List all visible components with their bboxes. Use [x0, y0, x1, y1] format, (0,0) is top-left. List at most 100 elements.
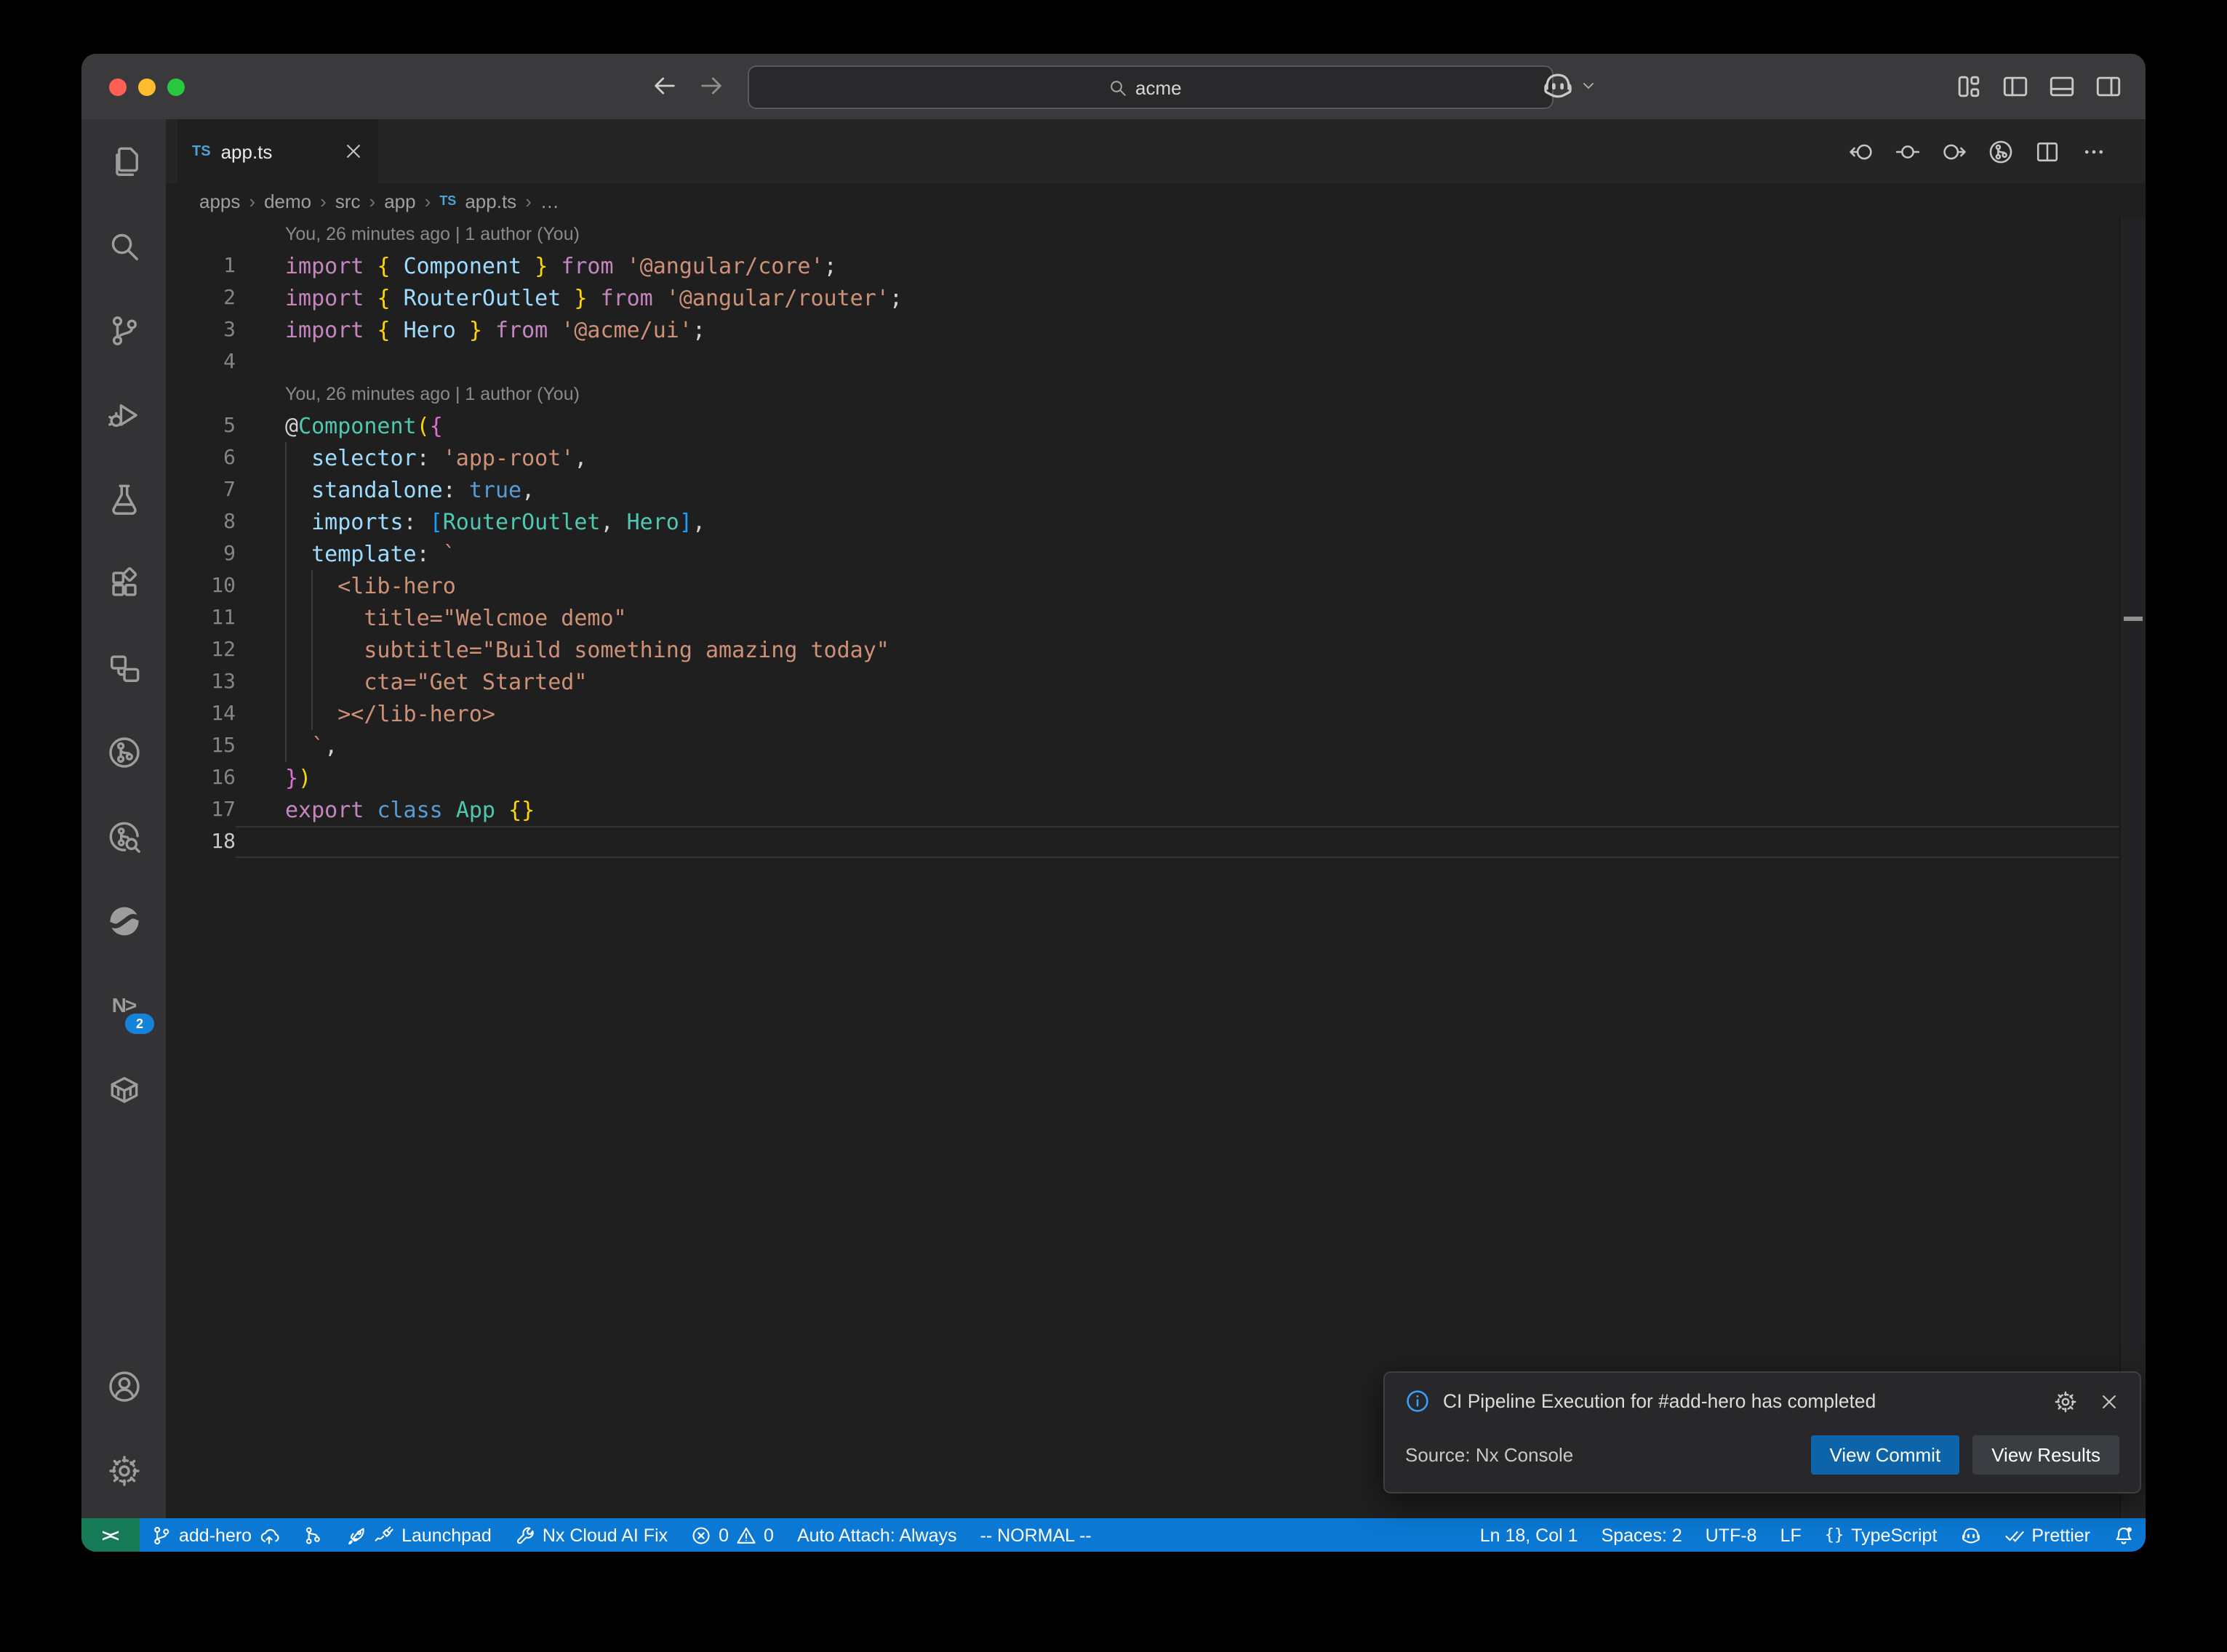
code-text: cta="Get Started" — [285, 666, 587, 698]
search-icon — [1108, 78, 1127, 97]
remote-indicator[interactable]: >< — [81, 1518, 140, 1552]
files-icon — [107, 145, 140, 178]
activity-bar-item-run-debug[interactable] — [81, 372, 166, 457]
minimize-window-button[interactable] — [138, 78, 156, 95]
view-results-button[interactable]: View Results — [1972, 1435, 2119, 1475]
gear-icon[interactable] — [2054, 1390, 2077, 1413]
notification-source: Source: Nx Console — [1405, 1444, 1573, 1466]
warning-icon — [736, 1525, 756, 1545]
breadcrumb-item-app[interactable]: app — [384, 190, 415, 212]
code-text: title="Welcmoe demo" — [285, 602, 627, 634]
activity-bar-item-containers[interactable] — [81, 1047, 166, 1131]
view-commit-button[interactable]: View Commit — [1811, 1435, 1960, 1475]
status-label: Launchpad — [401, 1525, 492, 1545]
blame-lens[interactable]: You, 26 minutes ago | 1 author (You) — [166, 218, 2121, 250]
status-label: Ln 18, Col 1 — [1480, 1525, 1578, 1545]
toggle-sidebar-right-icon[interactable] — [2095, 73, 2122, 100]
check-double-icon — [2004, 1525, 2024, 1545]
beaker-icon — [107, 482, 140, 516]
close-window-button[interactable] — [109, 78, 127, 95]
account-icon — [107, 1369, 140, 1403]
activity-bar-item-project-graph[interactable] — [81, 625, 166, 710]
code-editor[interactable]: You, 26 minutes ago | 1 author (You)1imp… — [166, 218, 2146, 1518]
activity-bar-item-extensions[interactable] — [81, 541, 166, 625]
close-icon[interactable] — [343, 141, 364, 161]
back-icon[interactable] — [652, 73, 678, 99]
status-bar-item-vim-mode[interactable]: -- NORMAL -- — [969, 1518, 1103, 1552]
code-text: <lib-hero — [285, 570, 456, 602]
line-number: 18 — [166, 826, 236, 858]
traffic-lights — [109, 78, 185, 95]
next-change-icon[interactable] — [1942, 139, 1967, 164]
breadcrumb-item-src[interactable]: src — [335, 190, 361, 212]
status-bar-item-copilot-status[interactable] — [1948, 1518, 1992, 1552]
activity-bar-item-commit-graph[interactable] — [81, 710, 166, 794]
status-bar-item-eol[interactable]: LF — [1769, 1518, 1813, 1552]
activity-bar-item-source-control[interactable] — [81, 288, 166, 372]
code-line-2: 2import { RouterOutlet } from '@angular/… — [166, 282, 2121, 314]
code-text: import { Component } from '@angular/core… — [285, 250, 837, 282]
code-line-5: 5@Component({ — [166, 410, 2121, 442]
chevron-down-icon[interactable] — [1580, 77, 1597, 95]
chevron-right-icon: › — [425, 190, 431, 212]
previous-change-icon[interactable] — [1849, 139, 1874, 164]
zoom-window-button[interactable] — [167, 78, 185, 95]
editor-toolbar — [1849, 119, 2146, 183]
status-bar-item-problems[interactable]: 00 — [679, 1518, 785, 1552]
code-line-1: 1 import { Component } from '@angular/cor… — [166, 250, 2121, 282]
status-bar-item-encoding[interactable]: UTF-8 — [1694, 1518, 1769, 1552]
breadcrumb-item-apps[interactable]: apps — [199, 190, 240, 212]
status-bar-item-formatter-prettier[interactable]: Prettier — [1992, 1518, 2102, 1552]
activity-bar-item-settings[interactable] — [81, 1428, 166, 1512]
forward-icon[interactable] — [698, 73, 724, 99]
close-icon[interactable] — [2099, 1391, 2119, 1411]
tab-app-ts[interactable]: TS app.ts — [177, 119, 378, 183]
blame-lens[interactable]: You, 26 minutes ago | 1 author (You) — [166, 378, 2121, 410]
customize-layout-icon[interactable] — [1955, 73, 1983, 100]
code-text: import { RouterOutlet } from '@angular/r… — [285, 282, 903, 314]
status-bar-item-commit-graph[interactable] — [291, 1518, 335, 1552]
info-icon — [1405, 1389, 1430, 1414]
breadcrumb-item-…[interactable]: … — [540, 190, 559, 212]
toggle-sidebar-left-icon[interactable] — [2002, 73, 2029, 100]
breadcrumb-item-demo[interactable]: demo — [264, 190, 311, 212]
commit-graph-circle-icon[interactable] — [1988, 139, 2013, 164]
notification-toast: CI Pipeline Execution for #add-hero has … — [1383, 1371, 2141, 1493]
current-line-highlight — [236, 826, 2121, 858]
activity-bar-item-search[interactable] — [81, 204, 166, 288]
status-bar-item-language-mode[interactable]: {}TypeScript — [1813, 1518, 1949, 1552]
command-center-search[interactable] — [748, 65, 1554, 109]
more-actions-icon[interactable] — [2082, 139, 2106, 164]
line-number: 13 — [166, 666, 236, 698]
overview-ruler[interactable] — [2119, 218, 2146, 1518]
status-bar-item-launchpad[interactable]: Launchpad — [335, 1518, 503, 1552]
activity-bar-item-nx-cloud[interactable] — [81, 878, 166, 963]
status-bar-item-auto-attach[interactable]: Auto Attach: Always — [785, 1518, 969, 1552]
status-bar-item-cursor-position[interactable]: Ln 18, Col 1 — [1468, 1518, 1590, 1552]
status-bar-item-git-branch[interactable]: add-hero — [140, 1518, 291, 1552]
status-bar-item-nx-cloud-ai-fix[interactable]: Nx Cloud AI Fix — [503, 1518, 679, 1552]
status-bar-item-notifications-bell[interactable] — [2102, 1518, 2146, 1552]
split-editor-icon[interactable] — [2035, 139, 2060, 164]
copilot-icon[interactable] — [1542, 70, 1574, 102]
status-label: LF — [1780, 1525, 1802, 1545]
activity-bar-item-testing[interactable] — [81, 457, 166, 541]
commit-dot-icon[interactable] — [1895, 139, 1920, 164]
code-line-4: 4 — [166, 346, 2121, 378]
code-text: selector: 'app-root', — [285, 442, 587, 474]
line-number: 1 — [166, 250, 236, 282]
search-input[interactable] — [1135, 76, 1194, 98]
activity-bar: N>2 — [81, 119, 166, 1518]
activity-bar-item-commit-search[interactable] — [81, 794, 166, 878]
toggle-panel-icon[interactable] — [2048, 73, 2076, 100]
linked-boxes-icon — [107, 651, 140, 684]
breadcrumb-item-app.ts[interactable]: app.ts — [465, 190, 516, 212]
cloud-upload-icon — [259, 1525, 279, 1545]
activity-bar-item-nx-console[interactable]: N>2 — [81, 963, 166, 1047]
activity-bar-item-explorer[interactable] — [81, 119, 166, 204]
activity-bar-item-accounts[interactable] — [81, 1344, 166, 1428]
debug-icon — [107, 398, 140, 431]
code-line-7: 7 standalone: true, — [166, 474, 2121, 506]
tab-bar: TS app.ts — [166, 119, 2146, 183]
status-bar-item-indentation[interactable]: Spaces: 2 — [1590, 1518, 1694, 1552]
